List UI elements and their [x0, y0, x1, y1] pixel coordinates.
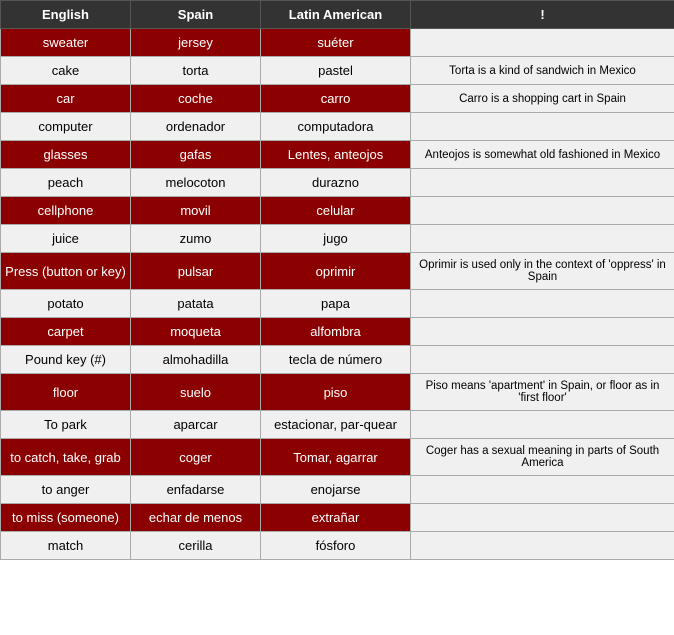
table-row: to catch, take, grabcogerTomar, agarrarC… [1, 439, 674, 476]
cell-english: carpet [1, 318, 131, 346]
cell-spain: patata [131, 290, 261, 318]
cell-latin: piso [261, 374, 411, 411]
cell-spain: gafas [131, 141, 261, 169]
cell-note: Coger has a sexual meaning in parts of S… [411, 439, 674, 476]
cell-english: Pound key (#) [1, 346, 131, 374]
cell-spain: suelo [131, 374, 261, 411]
cell-note [411, 504, 674, 532]
table-row: floorsuelopisoPiso means 'apartment' in … [1, 374, 674, 411]
cell-spain: coche [131, 85, 261, 113]
cell-latin: suéter [261, 29, 411, 57]
cell-english: juice [1, 225, 131, 253]
cell-spain: pulsar [131, 253, 261, 290]
cell-spain: aparcar [131, 411, 261, 439]
header-english: English [1, 1, 131, 29]
cell-note: Torta is a kind of sandwich in Mexico [411, 57, 674, 85]
cell-note [411, 318, 674, 346]
cell-latin: durazno [261, 169, 411, 197]
cell-english: to anger [1, 476, 131, 504]
cell-spain: enfadarse [131, 476, 261, 504]
cell-english: potato [1, 290, 131, 318]
cell-note [411, 197, 674, 225]
cell-spain: movil [131, 197, 261, 225]
cell-spain: coger [131, 439, 261, 476]
table-row: glassesgafasLentes, anteojosAnteojos is … [1, 141, 674, 169]
cell-spain: cerilla [131, 532, 261, 560]
table-row: computerordenadorcomputadora [1, 113, 674, 141]
cell-latin: Tomar, agarrar [261, 439, 411, 476]
cell-english: glasses [1, 141, 131, 169]
cell-note: Oprimir is used only in the context of '… [411, 253, 674, 290]
table-row: sweaterjerseysuéter [1, 29, 674, 57]
cell-latin: carro [261, 85, 411, 113]
cell-note: Piso means 'apartment' in Spain, or floo… [411, 374, 674, 411]
cell-latin: jugo [261, 225, 411, 253]
table-row: Pound key (#)almohadillatecla de número [1, 346, 674, 374]
cell-latin: estacionar, par-quear [261, 411, 411, 439]
cell-note [411, 476, 674, 504]
table-row: carpetmoquetaalfombra [1, 318, 674, 346]
cell-latin: papa [261, 290, 411, 318]
header-spain: Spain [131, 1, 261, 29]
cell-latin: alfombra [261, 318, 411, 346]
cell-latin: extrañar [261, 504, 411, 532]
table-row: cellphonemovilcelular [1, 197, 674, 225]
cell-latin: enojarse [261, 476, 411, 504]
cell-english: match [1, 532, 131, 560]
cell-note [411, 411, 674, 439]
table-row: to miss (someone)echar de menosextrañar [1, 504, 674, 532]
cell-latin: oprimir [261, 253, 411, 290]
cell-english: computer [1, 113, 131, 141]
cell-english: car [1, 85, 131, 113]
table-row: potatopatatapapa [1, 290, 674, 318]
cell-note [411, 290, 674, 318]
cell-note [411, 169, 674, 197]
cell-latin: celular [261, 197, 411, 225]
cell-english: To park [1, 411, 131, 439]
cell-latin: computadora [261, 113, 411, 141]
header-note: ! [411, 1, 674, 29]
cell-spain: melocoton [131, 169, 261, 197]
cell-spain: moqueta [131, 318, 261, 346]
table-row: peachmelocotondurazno [1, 169, 674, 197]
cell-spain: echar de menos [131, 504, 261, 532]
table-row: matchcerillafósforo [1, 532, 674, 560]
cell-latin: fósforo [261, 532, 411, 560]
cell-latin: tecla de número [261, 346, 411, 374]
cell-latin: pastel [261, 57, 411, 85]
cell-english: Press (button or key) [1, 253, 131, 290]
table-row: To parkaparcarestacionar, par-quear [1, 411, 674, 439]
cell-english: to catch, take, grab [1, 439, 131, 476]
cell-english: cellphone [1, 197, 131, 225]
table-row: caketortapastelTorta is a kind of sandwi… [1, 57, 674, 85]
cell-note [411, 225, 674, 253]
table-row: Press (button or key)pulsaroprimirOprimi… [1, 253, 674, 290]
table-row: juicezumojugo [1, 225, 674, 253]
cell-note [411, 346, 674, 374]
cell-note [411, 113, 674, 141]
cell-english: to miss (someone) [1, 504, 131, 532]
cell-english: cake [1, 57, 131, 85]
cell-latin: Lentes, anteojos [261, 141, 411, 169]
cell-english: sweater [1, 29, 131, 57]
cell-spain: almohadilla [131, 346, 261, 374]
cell-spain: zumo [131, 225, 261, 253]
cell-note [411, 532, 674, 560]
cell-spain: ordenador [131, 113, 261, 141]
table-row: carcochecarroCarro is a shopping cart in… [1, 85, 674, 113]
cell-note [411, 29, 674, 57]
cell-english: floor [1, 374, 131, 411]
cell-spain: jersey [131, 29, 261, 57]
cell-note: Anteojos is somewhat old fashioned in Me… [411, 141, 674, 169]
table-header: English Spain Latin American ! [1, 1, 674, 29]
header-latin: Latin American [261, 1, 411, 29]
cell-english: peach [1, 169, 131, 197]
table-row: to angerenfadarseenojarse [1, 476, 674, 504]
cell-note: Carro is a shopping cart in Spain [411, 85, 674, 113]
cell-spain: torta [131, 57, 261, 85]
